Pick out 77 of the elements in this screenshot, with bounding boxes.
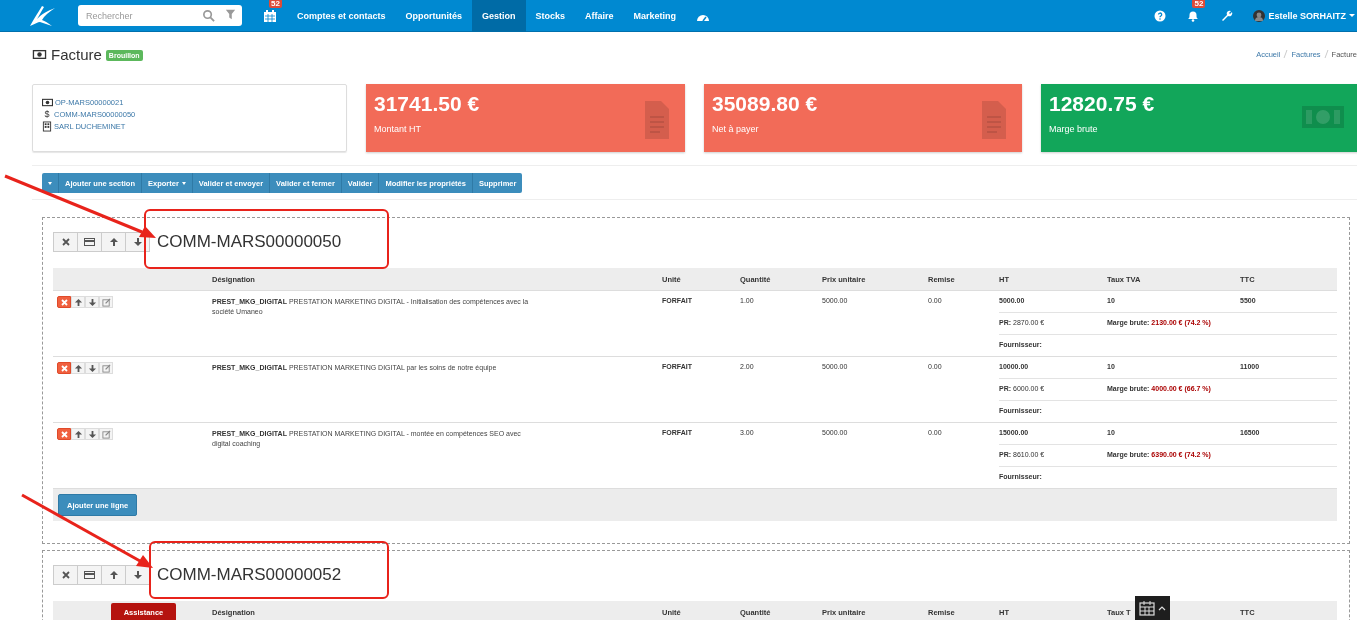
stat-value: 12820.75 € <box>1049 92 1156 116</box>
arrow-up-button[interactable] <box>101 565 126 585</box>
move-up-button[interactable] <box>71 362 85 374</box>
calendar-icon[interactable] <box>263 8 277 23</box>
dollar-icon: $ <box>42 109 52 119</box>
dropdown-toggle[interactable] <box>42 173 59 193</box>
caret-icon <box>181 181 186 185</box>
edit-button[interactable] <box>99 428 113 440</box>
banknote-icon <box>32 48 47 60</box>
user-menu[interactable]: Estelle SORHAITZ <box>1268 10 1346 21</box>
close-icon <box>60 237 71 247</box>
edit-button[interactable] <box>99 296 113 308</box>
arrow-down-icon <box>87 363 97 373</box>
edit-button[interactable] <box>99 362 113 374</box>
delete-button[interactable] <box>57 362 71 374</box>
filter-icon[interactable] <box>225 9 236 20</box>
arrow-down-icon <box>87 429 97 439</box>
section-title: COMM-MARS00000052 <box>157 565 342 585</box>
bell-icon[interactable] <box>1186 9 1201 22</box>
move-down-button[interactable] <box>85 362 99 374</box>
page-title: Facture <box>51 45 102 63</box>
arrow-up-icon <box>73 297 83 307</box>
nav-menu-item[interactable]: Gestion <box>472 0 526 32</box>
arrow-down-icon <box>132 570 143 580</box>
caret-icon <box>1158 605 1166 611</box>
arrow-up-icon <box>73 429 83 439</box>
arrow-up-button[interactable] <box>101 232 126 252</box>
stat-value: 35089.80 € <box>712 92 819 116</box>
nav-menu-item[interactable]: Opportunités <box>395 0 473 32</box>
document-icon <box>980 99 1008 141</box>
edit-icon <box>101 363 111 373</box>
nav-menu-item[interactable]: Comptes et contacts <box>287 0 396 32</box>
stat-label: Net à payer <box>712 124 760 134</box>
close-icon <box>59 429 69 439</box>
arrow-up-icon <box>108 570 119 580</box>
stat-label: Montant HT <box>374 124 423 134</box>
move-up-button[interactable] <box>71 296 85 308</box>
move-up-button[interactable] <box>71 428 85 440</box>
caret-icon <box>48 181 52 185</box>
arrow-down-icon <box>132 237 143 247</box>
banknote-icon <box>42 97 53 107</box>
avatar-icon[interactable] <box>1253 9 1266 22</box>
delete-button[interactable] <box>57 428 71 440</box>
calendar-widget[interactable] <box>1135 596 1170 620</box>
nav-menu-item[interactable]: Stocks <box>525 0 576 32</box>
edit-icon <box>101 297 111 307</box>
search-icon[interactable] <box>202 9 215 22</box>
caret-icon[interactable] <box>1349 14 1355 17</box>
arrow-up-icon <box>108 237 119 247</box>
building-icon <box>42 120 52 132</box>
arrow-up-icon <box>73 363 83 373</box>
move-down-button[interactable] <box>85 428 99 440</box>
close-button[interactable] <box>53 565 78 585</box>
delete-button[interactable] <box>57 296 71 308</box>
section-title: COMM-MARS00000050 <box>157 232 342 252</box>
close-icon <box>59 297 69 307</box>
wrench-icon[interactable] <box>1220 9 1234 22</box>
close-button[interactable] <box>53 232 78 252</box>
help-icon[interactable] <box>1154 9 1167 22</box>
card-icon <box>84 237 95 247</box>
card-button[interactable] <box>77 232 102 252</box>
stat-value: 31741.50 € <box>374 92 481 116</box>
nav-menu-item[interactable]: Affaire <box>575 0 624 32</box>
move-down-button[interactable] <box>85 296 99 308</box>
card-button[interactable] <box>77 565 102 585</box>
card-icon <box>84 570 95 580</box>
close-icon <box>59 363 69 373</box>
calendar-icon <box>1139 600 1155 616</box>
notification-badge: 52 <box>1192 0 1206 8</box>
stat-label: Marge brute <box>1049 124 1099 134</box>
document-icon <box>643 99 671 141</box>
close-icon <box>60 570 71 580</box>
notification-badge: 52 <box>269 0 282 8</box>
nav-menu-item[interactable]: Marketing <box>623 0 687 32</box>
edit-icon <box>101 429 111 439</box>
arrow-down-icon <box>87 297 97 307</box>
search-field[interactable]: Rechercher <box>78 5 242 26</box>
